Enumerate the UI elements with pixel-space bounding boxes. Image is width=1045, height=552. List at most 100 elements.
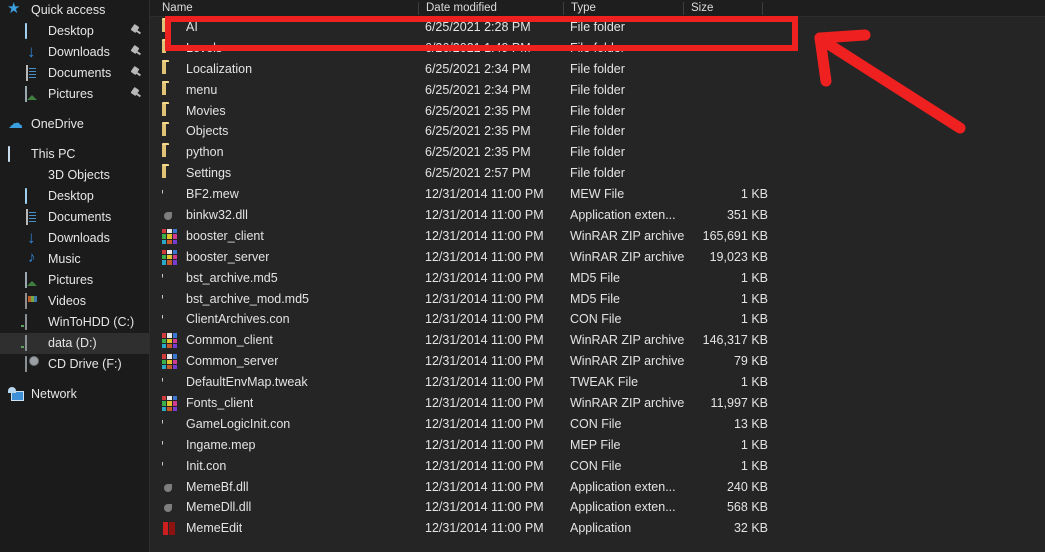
- sidebar-item-onedrive[interactable]: OneDrive: [0, 114, 149, 135]
- pin-icon[interactable]: [130, 46, 141, 59]
- winrar-icon: [162, 249, 177, 265]
- file-name-label: menu: [186, 82, 218, 97]
- column-header-size[interactable]: Size: [685, 0, 713, 17]
- table-row[interactable]: binkw32.dll 12/31/2014 11:00 PM Applicatio…: [150, 205, 1045, 226]
- file-name-cell[interactable]: Fonts_client: [162, 393, 253, 414]
- sidebar-item-3d-objects[interactable]: 3D Objects: [0, 165, 149, 186]
- sidebar-item-pictures[interactable]: Pictures: [0, 84, 149, 105]
- document-icon: [162, 417, 177, 432]
- table-row[interactable]: AI 6/25/2021 2:28 PM File folder: [150, 17, 1045, 38]
- sidebar-item-documents[interactable]: Documents: [0, 207, 149, 228]
- file-name-cell[interactable]: Init.con: [162, 456, 226, 477]
- file-name-cell[interactable]: Localization: [162, 59, 252, 80]
- sidebar-item-this-pc[interactable]: This PC: [0, 144, 149, 165]
- file-name-cell[interactable]: Common_server: [162, 351, 278, 372]
- table-row[interactable]: Localization 6/25/2021 2:34 PM File folder: [150, 59, 1045, 80]
- table-row[interactable]: Levels 6/26/2021 1:49 PM File folder: [150, 38, 1045, 59]
- table-row[interactable]: Settings 6/25/2021 2:57 PM File folder: [150, 163, 1045, 184]
- file-name-cell[interactable]: DefaultEnvMap.tweak: [162, 372, 308, 393]
- table-row[interactable]: MemeEdit 12/31/2014 11:00 PM Application 32…: [150, 518, 1045, 539]
- column-header-type[interactable]: Type: [565, 0, 596, 17]
- sidebar-item-label: Documents: [48, 210, 112, 224]
- document-icon: [162, 438, 177, 453]
- navigation-sidebar[interactable]: Quick access Desktop Downloads Documents Pic…: [0, 0, 149, 552]
- sidebar-item-wintohdd-c[interactable]: WinToHDD (C:): [0, 312, 149, 333]
- file-name-cell[interactable]: Levels: [162, 38, 222, 59]
- sidebar-item-downloads[interactable]: Downloads: [0, 42, 149, 63]
- file-name-cell[interactable]: menu: [162, 80, 217, 101]
- table-row[interactable]: MemeDll.dll 12/31/2014 11:00 PM Applicatio…: [150, 497, 1045, 518]
- table-row[interactable]: MemeBf.dll 12/31/2014 11:00 PM Application…: [150, 477, 1045, 498]
- column-header-bar[interactable]: Name Date modified Type Size: [150, 0, 1045, 17]
- file-name-label: binkw32.dll: [186, 208, 248, 223]
- pin-icon[interactable]: [130, 25, 141, 38]
- document-icon: [162, 312, 177, 327]
- file-name-cell[interactable]: MemeBf.dll: [162, 477, 249, 498]
- table-row[interactable]: bst_archive.md5 12/31/2014 11:00 PM MD5 Fi…: [150, 268, 1045, 289]
- pin-icon[interactable]: [130, 88, 141, 101]
- sidebar-item-cd-drive-f[interactable]: CD Drive (F:): [0, 354, 149, 375]
- file-name-cell[interactable]: MemeDll.dll: [162, 497, 251, 518]
- table-row[interactable]: ClientArchives.con 12/31/2014 11:00 PM CON…: [150, 309, 1045, 330]
- sidebar-item-network[interactable]: Network: [0, 384, 149, 405]
- file-type-cell: File folder: [570, 40, 625, 55]
- table-row[interactable]: menu 6/25/2021 2:34 PM File folder: [150, 80, 1045, 101]
- file-name-cell[interactable]: MemeEdit: [162, 518, 242, 539]
- file-name-label: Ingame.mep: [186, 437, 256, 452]
- sidebar-item-pictures[interactable]: Pictures: [0, 270, 149, 291]
- file-date-cell: 6/25/2021 2:35 PM: [425, 145, 531, 160]
- file-name-cell[interactable]: Ingame.mep: [162, 435, 255, 456]
- file-name-cell[interactable]: Movies: [162, 101, 226, 122]
- file-name-cell[interactable]: Settings: [162, 163, 231, 184]
- file-name-cell[interactable]: BF2.mew: [162, 184, 239, 205]
- table-row[interactable]: GameLogicInit.con 12/31/2014 11:00 PM CON …: [150, 414, 1045, 435]
- column-resize-handle[interactable]: [563, 2, 564, 15]
- sidebar-item-documents[interactable]: Documents: [0, 63, 149, 84]
- table-row[interactable]: Movies 6/25/2021 2:35 PM File folder: [150, 101, 1045, 122]
- file-name-cell[interactable]: booster_client: [162, 226, 264, 247]
- table-row[interactable]: Common_server 12/31/2014 11:00 PM WinRAR Z…: [150, 351, 1045, 372]
- file-date-cell: 12/31/2014 11:00 PM: [425, 291, 544, 306]
- file-list-pane[interactable]: Name Date modified Type Size AI 6/25/2021 2:…: [150, 0, 1045, 552]
- column-resize-handle[interactable]: [418, 2, 419, 15]
- file-name-cell[interactable]: ClientArchives.con: [162, 309, 290, 330]
- column-resize-handle[interactable]: [762, 2, 763, 15]
- column-resize-handle[interactable]: [683, 2, 684, 15]
- table-row[interactable]: booster_client 12/31/2014 11:00 PM WinRAR …: [150, 226, 1045, 247]
- file-name-cell[interactable]: booster_server: [162, 247, 269, 268]
- table-row[interactable]: python 6/25/2021 2:35 PM File folder: [150, 142, 1045, 163]
- sidebar-item-quick-access[interactable]: Quick access: [0, 0, 149, 21]
- table-row[interactable]: Ingame.mep 12/31/2014 11:00 PM MEP File 1 K…: [150, 435, 1045, 456]
- sidebar-item-downloads[interactable]: Downloads: [0, 228, 149, 249]
- table-row[interactable]: Init.con 12/31/2014 11:00 PM CON File 1 KB: [150, 456, 1045, 477]
- file-name-cell[interactable]: Objects: [162, 121, 228, 142]
- file-name-cell[interactable]: AI: [162, 17, 198, 38]
- file-rows-container[interactable]: AI 6/25/2021 2:28 PM File folder Levels 6/26…: [150, 17, 1045, 539]
- sidebar-item-desktop[interactable]: Desktop: [0, 186, 149, 207]
- table-row[interactable]: Objects 6/25/2021 2:35 PM File folder: [150, 121, 1045, 142]
- file-name-cell[interactable]: bst_archive.md5: [162, 268, 278, 289]
- sidebar-item-label: OneDrive: [31, 117, 84, 131]
- sidebar-item-videos[interactable]: Videos: [0, 291, 149, 312]
- table-row[interactable]: Fonts_client 12/31/2014 11:00 PM WinRAR ZI…: [150, 393, 1045, 414]
- column-header-name[interactable]: Name: [156, 0, 193, 17]
- application-icon: [162, 521, 177, 536]
- file-name-cell[interactable]: GameLogicInit.con: [162, 414, 290, 435]
- file-type-cell: WinRAR ZIP archive: [570, 354, 685, 369]
- sidebar-item-label: Downloads: [48, 231, 110, 245]
- file-name-cell[interactable]: bst_archive_mod.md5: [162, 289, 309, 310]
- column-header-date-modified[interactable]: Date modified: [420, 0, 497, 17]
- file-name-cell[interactable]: Common_client: [162, 330, 273, 351]
- table-row[interactable]: Common_client 12/31/2014 11:00 PM WinRAR Z…: [150, 330, 1045, 351]
- table-row[interactable]: BF2.mew 12/31/2014 11:00 PM MEW File 1 KB: [150, 184, 1045, 205]
- table-row[interactable]: bst_archive_mod.md5 12/31/2014 11:00 PM MD…: [150, 289, 1045, 310]
- table-row[interactable]: DefaultEnvMap.tweak 12/31/2014 11:00 PM TW…: [150, 372, 1045, 393]
- sidebar-item-data-d[interactable]: data (D:): [0, 333, 149, 354]
- table-row[interactable]: booster_server 12/31/2014 11:00 PM WinRAR …: [150, 247, 1045, 268]
- file-name-cell[interactable]: binkw32.dll: [162, 205, 248, 226]
- sidebar-item-music[interactable]: Music: [0, 249, 149, 270]
- sidebar-item-desktop[interactable]: Desktop: [0, 21, 149, 42]
- file-name-label: Localization: [186, 61, 253, 76]
- pin-icon[interactable]: [130, 67, 141, 80]
- file-name-cell[interactable]: python: [162, 142, 224, 163]
